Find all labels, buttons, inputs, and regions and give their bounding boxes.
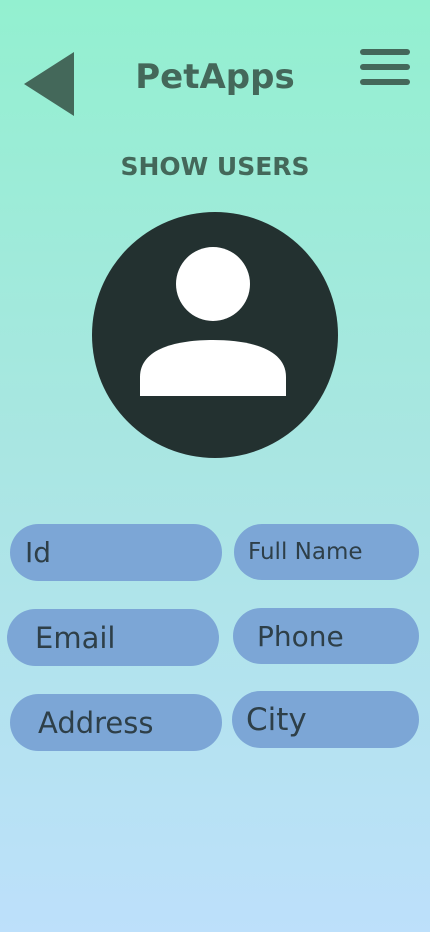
city-field[interactable]: City: [232, 691, 419, 748]
menu-bar-top: [360, 49, 410, 55]
back-button[interactable]: [24, 50, 76, 118]
app-title: PetApps: [135, 57, 295, 97]
user-silhouette-icon: [140, 247, 286, 396]
back-triangle-icon: [24, 52, 74, 116]
page-title: SHOW USERS: [120, 152, 310, 181]
id-field[interactable]: Id: [10, 524, 222, 581]
address-field[interactable]: Address: [10, 694, 222, 751]
full-name-field-label: Full Name: [248, 539, 363, 565]
phone-field-label: Phone: [257, 619, 344, 653]
email-field[interactable]: Email: [7, 609, 219, 666]
menu-bar-bottom: [360, 79, 410, 85]
address-field-label: Address: [38, 705, 154, 740]
id-field-label: Id: [25, 536, 52, 569]
menu-button[interactable]: [360, 47, 410, 85]
avatar: [92, 212, 338, 458]
phone-field[interactable]: Phone: [233, 608, 419, 664]
menu-bar-middle: [360, 64, 410, 70]
email-field-label: Email: [35, 620, 116, 655]
city-field-label: City: [246, 701, 307, 738]
full-name-field[interactable]: Full Name: [234, 524, 419, 580]
